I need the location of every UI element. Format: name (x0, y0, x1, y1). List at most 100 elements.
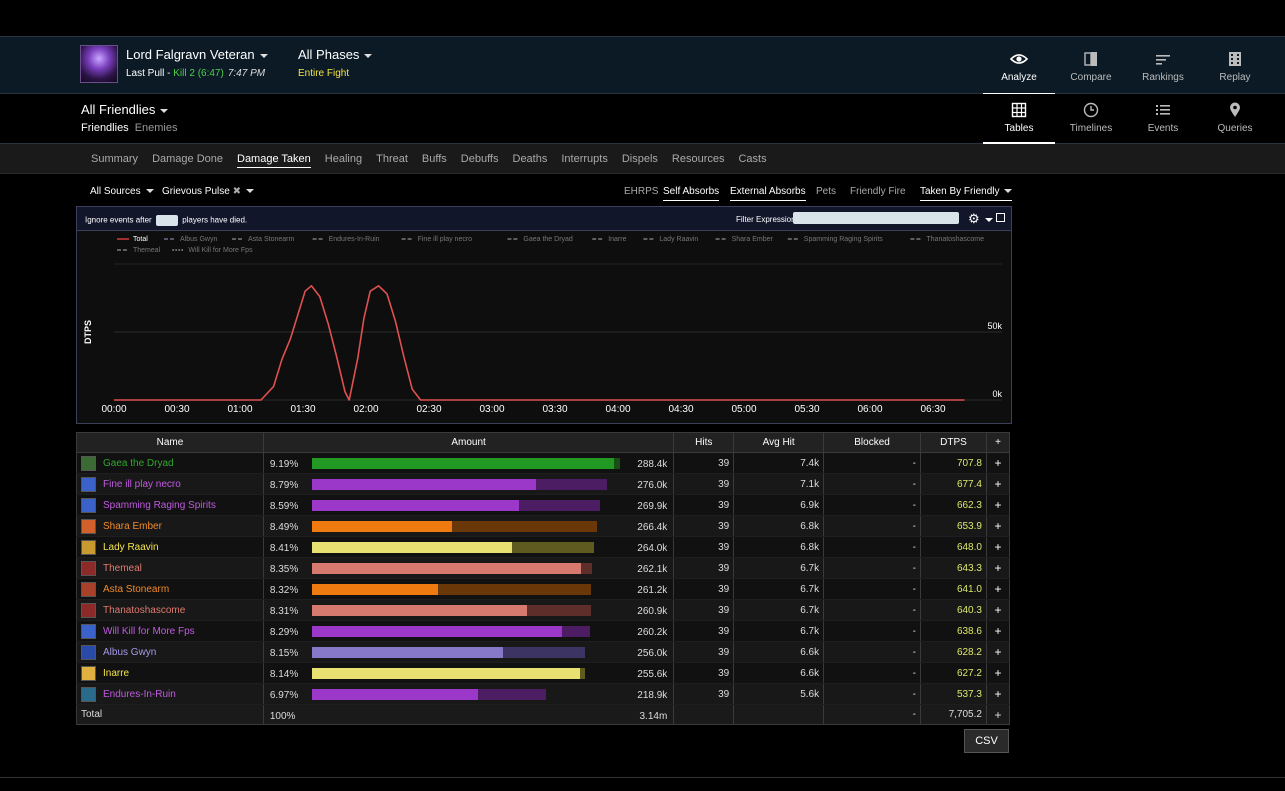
expand-icon[interactable] (996, 213, 1005, 222)
tab-resources[interactable]: Resources (665, 144, 732, 173)
csv-button[interactable]: CSV (964, 729, 1009, 753)
player-name-cell[interactable]: Themeal (76, 557, 264, 579)
nav-rankings[interactable]: Rankings (1127, 37, 1199, 94)
tab-interrupts[interactable]: Interrupts (554, 144, 614, 173)
col-amount[interactable]: Amount (262, 432, 675, 453)
legend-item[interactable]: Albus Gwyn (180, 236, 217, 243)
table-row[interactable]: Asta Stonearm 8.32% 261.2k 39 6.7k -641.0 + (76, 578, 1011, 600)
expand-row-button[interactable]: + (985, 452, 1011, 474)
clear-icon[interactable]: ✖ (233, 186, 241, 197)
legend-item[interactable]: Shara Ember (732, 236, 774, 243)
option-self-absorbs[interactable]: Self Absorbs (663, 186, 720, 201)
player-name-cell[interactable]: Spamming Raging Spirits (76, 494, 264, 516)
expand-row-button[interactable]: + (985, 662, 1011, 684)
player-name-cell[interactable]: Shara Ember (76, 515, 264, 537)
player-name-cell[interactable]: Albus Gwyn (76, 641, 264, 663)
player-name-cell[interactable]: Gaea the Dryad (76, 452, 264, 474)
friendlies-selector[interactable]: All Friendlies (81, 102, 169, 117)
col-add[interactable]: + (985, 432, 1011, 453)
nav-compare[interactable]: Compare (1055, 37, 1127, 94)
sources-select[interactable]: All Sources (90, 186, 154, 197)
player-name-cell[interactable]: Thanatoshascome (76, 599, 264, 621)
phase-selector[interactable]: All Phases (298, 47, 373, 62)
filter-expression-input[interactable] (793, 212, 959, 224)
table-row[interactable]: Spamming Raging Spirits 8.59% 269.9k 39 6.9k… (76, 494, 1011, 516)
expand-row-button[interactable]: + (985, 473, 1011, 495)
legend-item[interactable]: Gaea the Dryad (523, 236, 573, 243)
col-avg-hit[interactable]: Avg Hit (733, 432, 825, 453)
tab-healing[interactable]: Healing (318, 144, 369, 173)
view-tables[interactable]: Tables (983, 94, 1055, 144)
col-name[interactable]: Name (76, 432, 264, 453)
table-row[interactable]: Shara Ember 8.49% 266.4k 39 6.8k -653.9 + (76, 515, 1011, 537)
expand-row-button[interactable]: + (985, 536, 1011, 558)
expand-row-button[interactable]: + (985, 641, 1011, 663)
tab-deaths[interactable]: Deaths (506, 144, 555, 173)
tab-damage-done[interactable]: Damage Done (145, 144, 230, 173)
tab-damage-taken[interactable]: Damage Taken (230, 144, 318, 173)
table-row[interactable]: Fine ill play necro 8.79% 276.0k 39 7.1k -677… (76, 473, 1011, 495)
option-external-absorbs[interactable]: External Absorbs (730, 186, 806, 201)
nav-analyze[interactable]: Analyze (983, 37, 1055, 95)
col-hits[interactable]: Hits (673, 432, 735, 453)
friendlies-link[interactable]: Friendlies (81, 122, 129, 134)
option-friendly-fire[interactable]: Friendly Fire (850, 186, 906, 197)
option-ehrps[interactable]: EHRPS (624, 186, 658, 197)
tab-dispels[interactable]: Dispels (615, 144, 665, 173)
table-row[interactable]: Themeal 8.35% 262.1k 39 6.7k -643.3 + (76, 557, 1011, 579)
tab-threat[interactable]: Threat (369, 144, 415, 173)
col-blocked[interactable]: Blocked (823, 432, 922, 453)
expand-row-button[interactable]: + (985, 599, 1011, 621)
expand-row-button[interactable]: + (985, 494, 1011, 516)
player-name-cell[interactable]: Endures-In-Ruin (76, 683, 264, 705)
taken-by-select[interactable]: Taken By Friendly (920, 186, 1013, 201)
expand-row-button[interactable]: + (985, 620, 1011, 642)
tab-debuffs[interactable]: Debuffs (454, 144, 506, 173)
view-events[interactable]: Events (1127, 94, 1199, 144)
table-row[interactable]: Albus Gwyn 8.15% 256.0k 39 6.6k -628.2 + (76, 641, 1011, 663)
legend-item[interactable]: Will Kill for More Fps (188, 247, 253, 254)
col-dtps[interactable]: DTPS (920, 432, 987, 453)
legend-item[interactable]: Asta Stonearm (248, 236, 294, 243)
expand-row-button[interactable]: + (985, 578, 1011, 600)
tab-buffs[interactable]: Buffs (415, 144, 454, 173)
player-name-cell[interactable]: Lady Raavin (76, 536, 264, 558)
player-name-cell[interactable]: Will Kill for More Fps (76, 620, 264, 642)
table-row[interactable]: Thanatoshascome 8.31% 260.9k 39 6.7k -640.3 + (76, 599, 1011, 621)
expand-row-button[interactable]: + (985, 683, 1011, 705)
view-timelines[interactable]: Timelines (1055, 94, 1127, 144)
legend-item[interactable]: Inarre (608, 236, 626, 243)
tab-summary[interactable]: Summary (84, 144, 145, 173)
table-row[interactable]: Endures-In-Ruin 6.97% 218.9k 39 5.6k -537.3 + (76, 683, 1011, 705)
expand-row-button[interactable]: + (985, 515, 1011, 537)
view-queries[interactable]: Queries (1199, 94, 1271, 144)
legend-item[interactable]: Thanatoshascome (926, 236, 984, 243)
table-row[interactable]: Gaea the Dryad 9.19% 288.4k 39 7.4k -707.8 + (76, 452, 1011, 474)
player-name-cell[interactable]: Asta Stonearm (76, 578, 264, 600)
player-name-cell[interactable]: Inarre (76, 662, 264, 684)
legend-item[interactable]: Endures-In-Ruin (329, 236, 380, 243)
legend-item[interactable]: Fine ill play necro (418, 236, 473, 243)
boss-selector[interactable]: Lord Falgravn Veteran (126, 47, 268, 62)
legend-item[interactable]: Lady Raavin (659, 236, 698, 243)
legend-item[interactable]: Themeal (133, 247, 161, 254)
legend-item[interactable]: Total (133, 236, 148, 243)
ignore-deaths-input[interactable] (155, 215, 178, 226)
expand-row-button[interactable]: + (985, 557, 1011, 579)
tab-casts[interactable]: Casts (731, 144, 773, 173)
player-name-cell[interactable]: Fine ill play necro (76, 473, 264, 495)
nav-compare-label: Compare (1070, 72, 1112, 83)
option-pets[interactable]: Pets (816, 186, 836, 197)
ability-select[interactable]: Grievous Pulse ✖ (162, 186, 254, 197)
dtps-chart[interactable]: 0k 50k DTPS 00:00 00:30 01:00 01:30 02:00 02:30 0… (77, 232, 1011, 424)
legend-item[interactable]: Spamming Raging Spirits (804, 236, 883, 243)
boss-portrait[interactable] (80, 45, 118, 83)
table-row[interactable]: Lady Raavin 8.41% 264.0k 39 6.8k -648.0 + (76, 536, 1011, 558)
gear-icon[interactable]: ⚙ (968, 211, 993, 227)
series-line-total[interactable] (114, 285, 965, 401)
table-row[interactable]: Inarre 8.14% 255.6k 39 6.6k -627.2 + (76, 662, 1011, 684)
expand-total-button[interactable]: + (985, 704, 1011, 725)
nav-replay[interactable]: Replay (1199, 37, 1271, 94)
enemies-link[interactable]: Enemies (135, 122, 178, 134)
table-row[interactable]: Will Kill for More Fps 8.29% 260.2k 39 6.7k -… (76, 620, 1011, 642)
